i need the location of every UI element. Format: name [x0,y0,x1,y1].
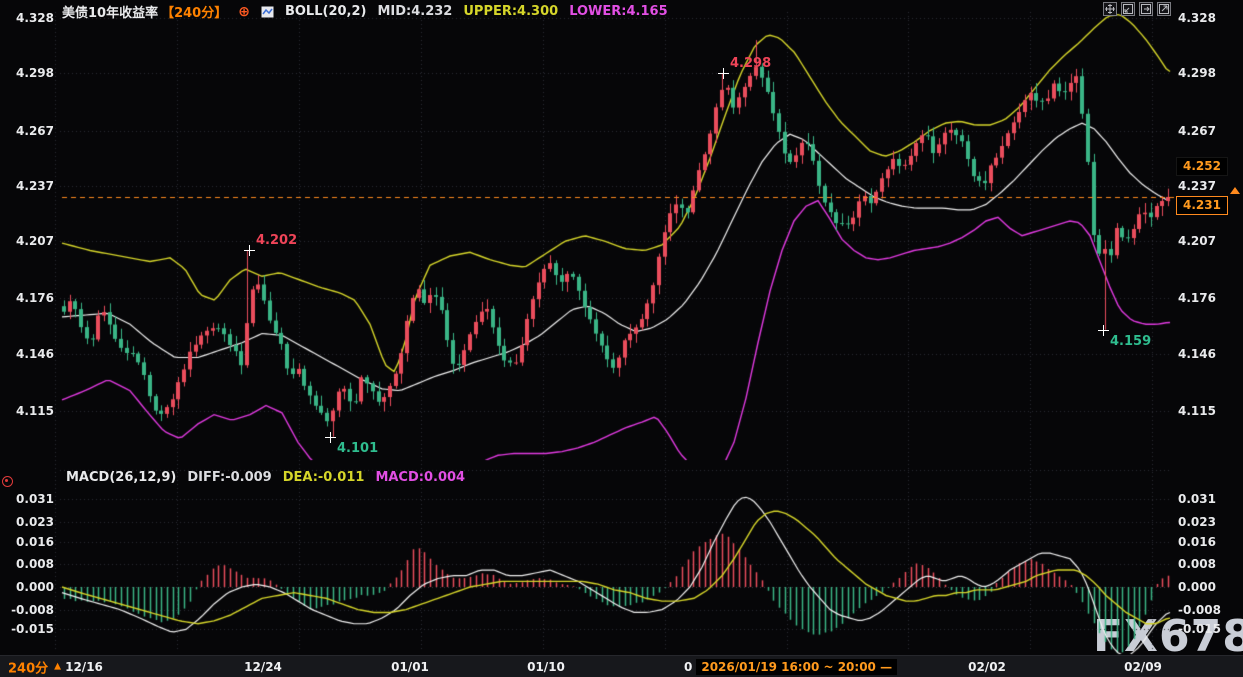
indicator-target-icon[interactable] [2,476,13,487]
chart-toolbar [1103,2,1171,16]
selected-time-label: 0 2026/01/19 16:00 ~ 20:00 — [684,659,897,675]
time-tick-label: 02/09 [1124,660,1162,674]
time-tick-label: 12/24 [244,660,282,674]
scroll-to-latest-icon[interactable] [1230,187,1240,194]
time-tick-label: 01/01 [391,660,429,674]
window-popout-icon[interactable] [1139,2,1153,16]
interval-label: 240分 [8,657,48,676]
time-tick-label: 12/16 [65,660,103,674]
interval-selector[interactable]: 240分 ▲ [8,657,61,676]
time-tick-label: 01/10 [527,660,565,674]
pan-tool-icon[interactable] [1103,2,1117,16]
time-axis-bar: 240分 ▲ 12/16 12/24 01/01 01/10 02/02 02/09 0 … [0,656,1243,677]
caret-up-icon: ▲ [54,662,61,672]
selected-time-value: 2026/01/19 16:00 ~ 20:00 — [696,659,897,675]
time-tick-label: 02/02 [968,660,1006,674]
add-indicator-icon[interactable]: ⊕ [238,4,250,20]
marked-price-box: 4.252 [1176,157,1228,176]
last-price-box: 4.231 [1176,196,1228,215]
window-layout-icon[interactable] [1121,2,1135,16]
chart-plot-area[interactable] [0,0,1243,677]
trading-chart-window: FX678 美债10年收益率 【240分】 ⊕ BOLL(20,2) MID:4… [0,0,1243,677]
window-export-icon[interactable] [1157,2,1171,16]
time-label-prefix: 0 [684,660,692,674]
